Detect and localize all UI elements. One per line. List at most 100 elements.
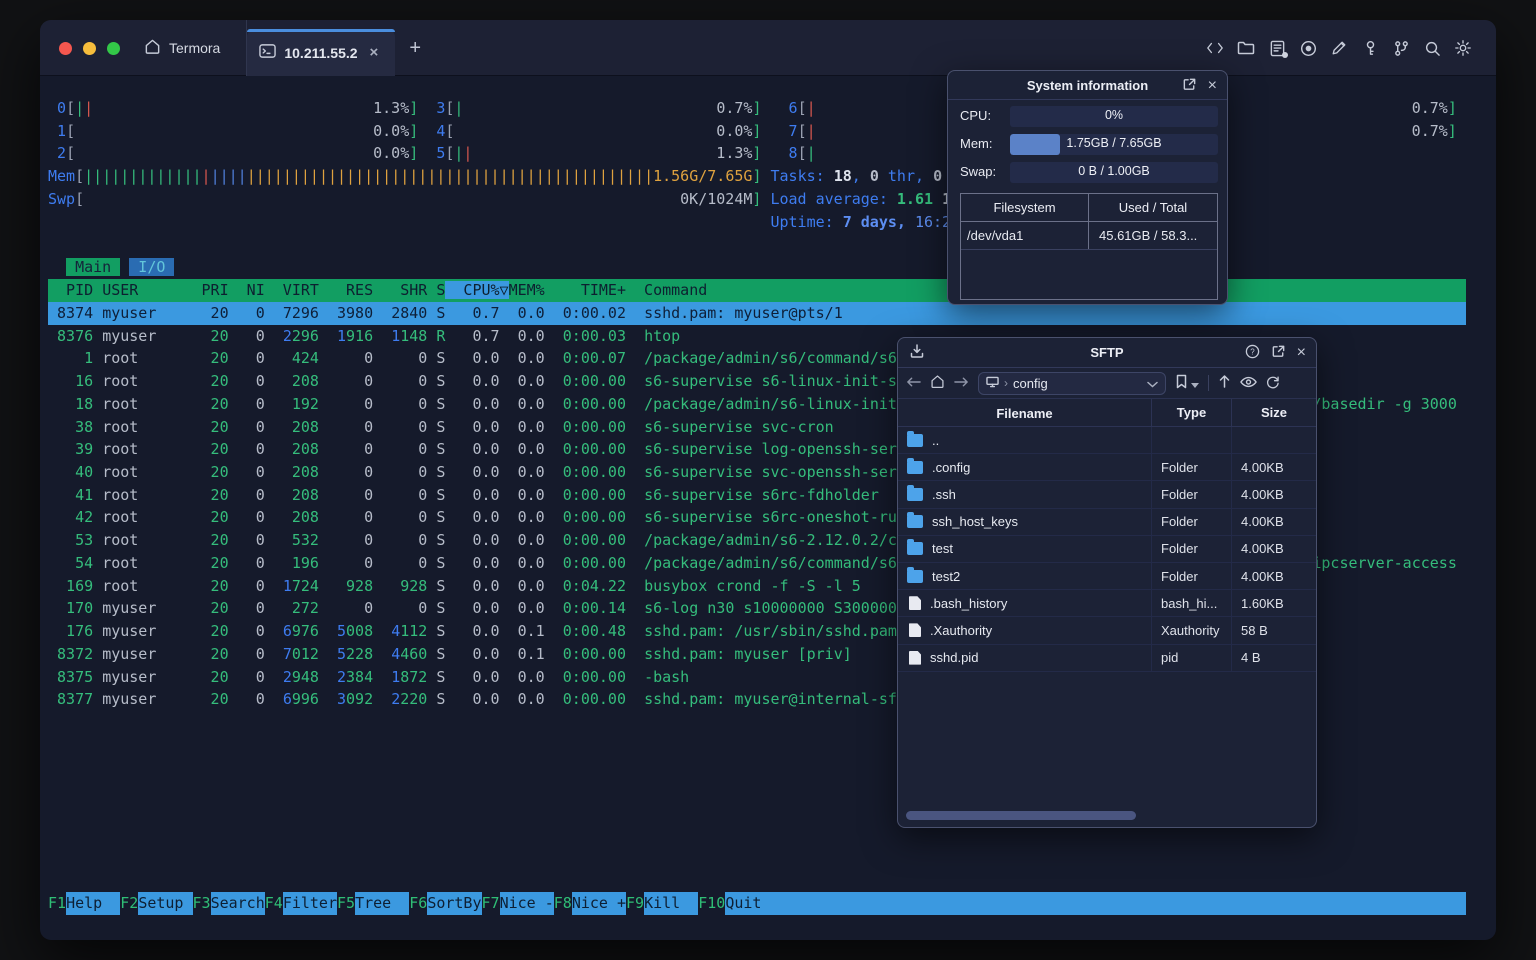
file-row[interactable]: .config Folder 4.00KB (898, 454, 1316, 482)
fkey-label-help[interactable]: Help (66, 892, 121, 915)
fkey-label-nice[interactable]: Nice - (499, 892, 554, 915)
close-icon[interactable]: × (1208, 77, 1217, 93)
sftp-toolbar: › config (898, 368, 1316, 399)
tab-home-label: Termora (169, 40, 221, 56)
close-traffic-light[interactable] (59, 42, 72, 55)
file-row[interactable]: .Xauthority Xauthority 58 B (898, 617, 1316, 645)
file-row[interactable]: .bash_history bash_hi... 1.60KB (898, 590, 1316, 618)
fkey-f7[interactable]: F7 (482, 892, 500, 915)
fkey-f2[interactable]: F2 (120, 892, 138, 915)
function-key-bar: F1 Help F2 Setup F3 Search F4 Filter F5 Tree F6… (48, 892, 1466, 915)
file-row[interactable]: .ssh Folder 4.00KB (898, 481, 1316, 509)
fkey-f6[interactable]: F6 (409, 892, 427, 915)
open-in-window-icon[interactable] (1182, 77, 1197, 95)
fkey-f5[interactable]: F5 (337, 892, 355, 915)
fkey-label-tree[interactable]: Tree (355, 892, 410, 915)
fkey-f9[interactable]: F9 (626, 892, 644, 915)
fkey-f3[interactable]: F3 (193, 892, 211, 915)
tab-close-icon[interactable]: × (370, 44, 379, 61)
forward-icon[interactable] (954, 376, 969, 391)
minimize-traffic-light[interactable] (83, 42, 96, 55)
tab-home[interactable]: Termora (136, 20, 248, 76)
code-icon[interactable] (1206, 39, 1224, 57)
htop-tab-io[interactable]: I/O (129, 258, 175, 276)
bookmark-icon[interactable] (1175, 374, 1188, 392)
edit-icon[interactable] (1330, 39, 1348, 57)
home-icon[interactable] (930, 374, 945, 392)
fkey-f10[interactable]: F10 (698, 892, 725, 915)
sysinfo-meter-value: 0 B / 1.00GB (1078, 164, 1150, 178)
file-type: Folder (1151, 454, 1231, 481)
fkey-f1[interactable]: F1 (48, 892, 66, 915)
htop-tab-main[interactable]: Main (66, 258, 121, 276)
refresh-icon[interactable] (1266, 375, 1280, 392)
uptime-row: Uptime: 7 days, 16:2 (770, 212, 952, 231)
settings-icon[interactable] (1454, 39, 1472, 57)
file-size: 4.00KB (1231, 454, 1316, 481)
fkey-f8[interactable]: F8 (554, 892, 572, 915)
folder-icon (907, 430, 923, 447)
fkey-label-filter[interactable]: Filter (282, 892, 337, 915)
mem-meter-row: Mem[||||||||||||||||||||||||||||||||||||… (48, 167, 943, 186)
bookmark-dropdown-icon[interactable] (1191, 376, 1199, 391)
fkey-label-search[interactable]: Search (210, 892, 265, 915)
record-icon[interactable] (1299, 39, 1317, 57)
help-icon[interactable]: ? (1245, 344, 1260, 362)
folder-icon (907, 566, 923, 583)
filename-col-header[interactable]: Filename (898, 406, 1151, 421)
file-table-header[interactable]: Filename Type Size (898, 399, 1316, 427)
process-row[interactable]: 8374 myuser 20 0 7296 3980 2840 S 0.7 0.… (48, 302, 1466, 325)
key-icon[interactable] (1361, 39, 1379, 57)
upload-icon[interactable] (1218, 374, 1231, 392)
filesystem-used-total: 45.61GB / 58.3... (1099, 228, 1198, 243)
file-row[interactable]: test Folder 4.00KB (898, 535, 1316, 563)
tab-session[interactable]: 10.211.55.2 × (247, 29, 396, 76)
home-icon (144, 38, 161, 58)
file-list: .. .config Folder 4.00KB .ssh Folder 4.00KB ssh… (898, 427, 1316, 672)
new-tab-button[interactable]: + (395, 20, 435, 76)
fkey-label-kill[interactable]: Kill (644, 892, 699, 915)
terminal-icon (259, 43, 277, 62)
file-size (1231, 427, 1316, 454)
file-type: pid (1151, 644, 1231, 671)
htop-meters: 0[|| 1.3%] 3[| 0.7%] 6[| 0.7%] 1[ 0.0%] … (48, 97, 1457, 233)
path-input[interactable]: › config (978, 371, 1166, 395)
back-icon[interactable] (906, 376, 921, 391)
file-row[interactable]: ssh_host_keys Folder 4.00KB (898, 508, 1316, 536)
file-size: 1.60KB (1231, 590, 1316, 617)
process-table-header[interactable]: PID USER PRI NI VIRT RES SHR S CPU%▽MEM%… (48, 279, 1466, 302)
horizontal-scrollbar[interactable] (906, 811, 1136, 820)
file-row[interactable]: test2 Folder 4.00KB (898, 562, 1316, 591)
eye-icon[interactable] (1240, 376, 1257, 391)
sysinfo-meter-label: Swap: (960, 164, 997, 179)
tab-session-label: 10.211.55.2 (284, 44, 358, 61)
close-icon[interactable]: × (1297, 344, 1306, 360)
branch-icon[interactable] (1392, 39, 1410, 57)
cpu-meter-row: 2[ 0.0%] 5[|| 1.3%] 8[| (48, 144, 816, 163)
file-name: test (932, 541, 953, 557)
file-name: .ssh (932, 486, 956, 502)
filesystem-col-header: Filesystem (961, 194, 1089, 221)
fkey-label-setup[interactable]: Setup (138, 892, 193, 915)
fkey-label-quit[interactable]: Quit (725, 892, 780, 915)
fkey-label-sortby[interactable]: SortBy (427, 892, 482, 915)
file-size: 4.00KB (1231, 508, 1316, 535)
file-row[interactable]: .. (898, 427, 1316, 455)
file-row[interactable]: sshd.pid pid 4 B (898, 644, 1316, 672)
fkey-label-nice[interactable]: Nice + (571, 892, 626, 915)
zoom-traffic-light[interactable] (107, 42, 120, 55)
file-type: Xauthority (1151, 617, 1231, 644)
file-icon (909, 623, 921, 638)
search-icon[interactable] (1423, 39, 1441, 57)
folder-icon[interactable] (1237, 39, 1255, 57)
notes-icon[interactable] (1268, 39, 1288, 58)
filesystem-row[interactable]: /dev/vda1 45.61GB / 58.3... (961, 222, 1217, 250)
chevron-down-icon[interactable] (1147, 376, 1158, 391)
type-col-header[interactable]: Type (1151, 399, 1231, 427)
file-size: 4 B (1231, 644, 1316, 671)
folder-icon (907, 484, 923, 501)
open-in-window-icon[interactable] (1271, 344, 1286, 362)
fkey-f4[interactable]: F4 (265, 892, 283, 915)
size-col-header[interactable]: Size (1231, 399, 1316, 427)
file-name: sshd.pid (930, 650, 979, 666)
